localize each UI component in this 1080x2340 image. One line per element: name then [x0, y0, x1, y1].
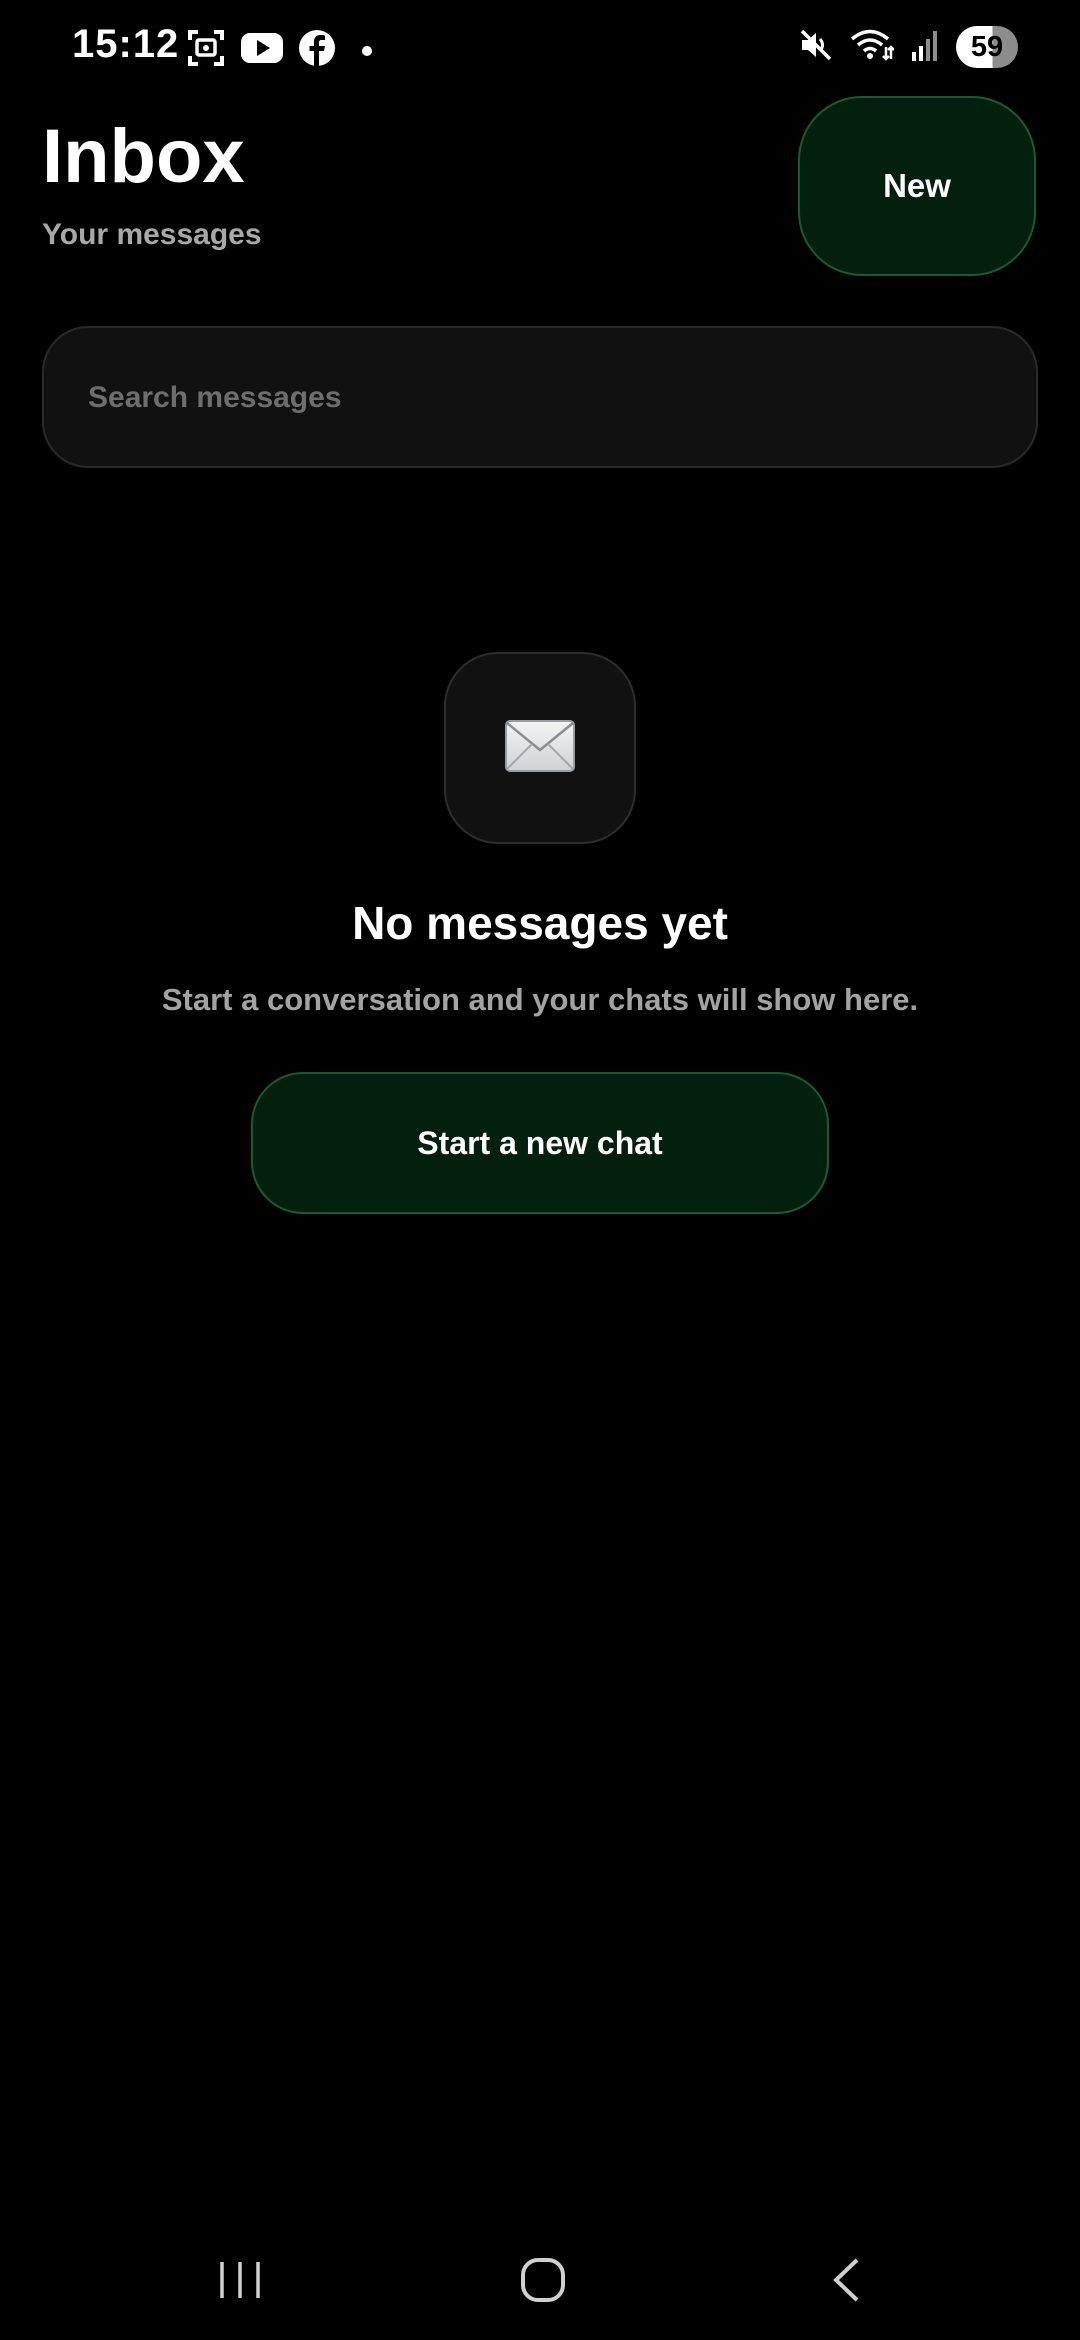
page-subtitle: Your messages: [42, 218, 262, 251]
home-icon[interactable]: [493, 2250, 593, 2310]
empty-state-subtitle: Start a conversation and your chats will…: [161, 982, 919, 1017]
facebook-icon: [298, 29, 336, 72]
battery-icon: 59: [956, 26, 1018, 68]
new-message-button[interactable]: New: [798, 96, 1036, 276]
screenshot-icon: [186, 28, 226, 73]
page-title: Inbox: [42, 114, 245, 199]
status-bar: 15:12 59: [0, 0, 1080, 96]
search-box[interactable]: [42, 326, 1038, 468]
system-nav-bar: [0, 2220, 1080, 2340]
start-new-chat-button[interactable]: Start a new chat: [251, 1072, 829, 1214]
status-time: 15:12: [72, 22, 180, 66]
recent-apps-icon[interactable]: [190, 2250, 290, 2310]
empty-state-icon-box: [444, 652, 636, 844]
envelope-icon: [504, 719, 576, 778]
search-input[interactable]: [86, 328, 990, 468]
status-left-icons: [186, 28, 372, 73]
empty-state-title: No messages yet: [352, 897, 728, 949]
youtube-icon: [240, 30, 284, 71]
notification-dot-icon: [362, 45, 372, 56]
signal-icon: [910, 28, 940, 67]
mute-icon: [798, 27, 834, 68]
back-icon[interactable]: [796, 2250, 896, 2310]
status-right-icons: 59: [798, 26, 1018, 68]
wifi-icon: [850, 27, 895, 68]
